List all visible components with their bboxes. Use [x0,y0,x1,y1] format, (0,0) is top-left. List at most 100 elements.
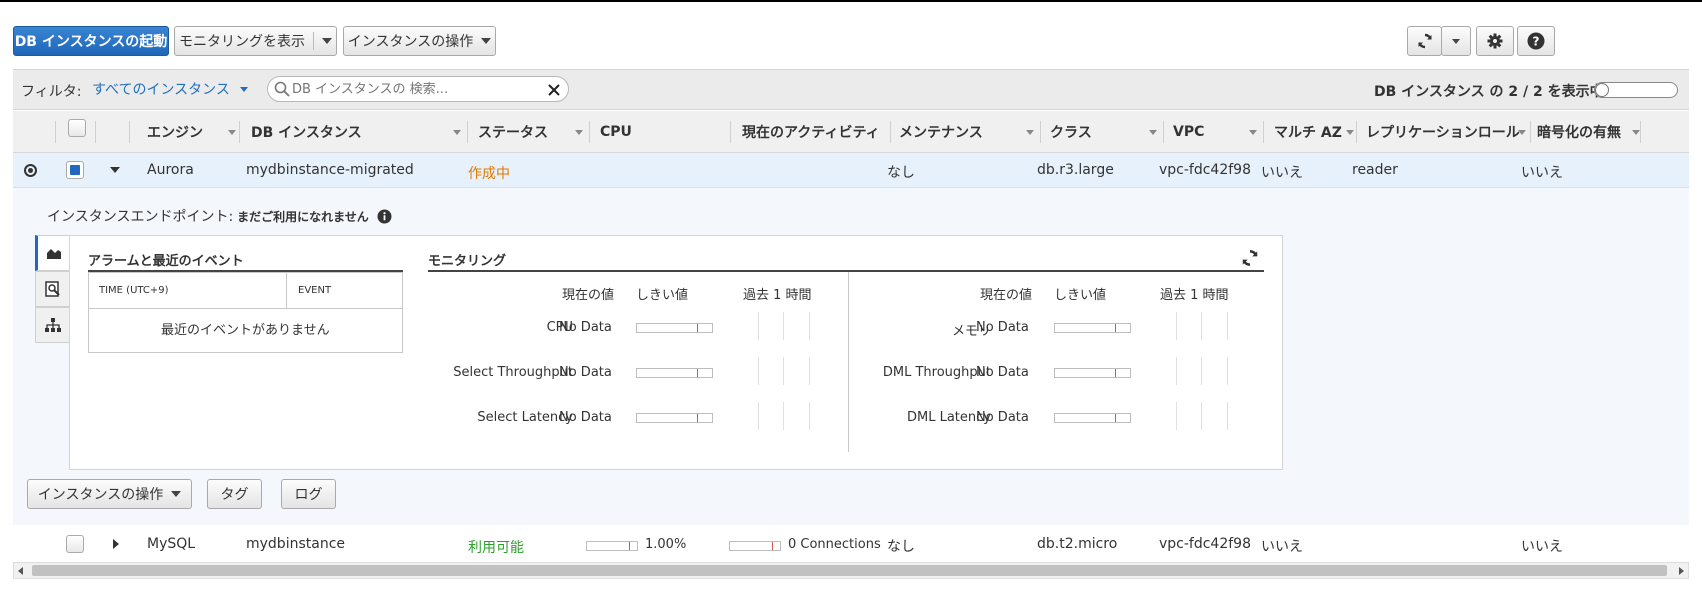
row-instance[interactable]: mydbinstance [246,536,345,552]
expand-row-icon[interactable] [113,539,119,549]
row-checkbox[interactable] [66,535,84,553]
sparkline-gridline [1176,402,1177,430]
row-vpc[interactable]: vpc-fdc42f98 [1159,536,1251,552]
column-class[interactable]: クラス [1050,111,1163,153]
instance-actions-button[interactable]: インスタンスの操作 [343,26,496,56]
tab-topology[interactable] [35,307,70,343]
scroll-right-icon[interactable] [1679,567,1684,575]
current-value-header: 現在の値 [562,288,615,303]
endpoint-line: インスタンスエンドポイント: まだご利用になれません [47,206,392,226]
scroll-left-icon[interactable] [18,567,23,575]
column-multi-az[interactable]: マルチ AZ [1274,111,1356,153]
column-label: クラス [1050,125,1092,141]
monitoring-underline [428,270,1264,272]
select-all-checkbox[interactable] [68,119,86,137]
clear-search-icon[interactable] [547,83,561,97]
sparkline-gridline [1227,357,1228,385]
row-encrypted: いいえ [1521,165,1563,181]
sort-icon [1149,129,1157,135]
column-status[interactable]: ステータス [478,111,589,153]
table-row[interactable]: MySQL mydbinstance 利用可能 1.00% 0 Connecti… [13,525,1689,563]
tab-logs[interactable] [35,271,70,307]
events-table-header: TIME (UTC+9) EVENT [89,273,402,309]
monitoring-title: モニタリング [428,254,507,269]
sparkline-gridline [809,402,810,430]
logs-label: ログ [294,487,323,503]
row-maintenance: なし [887,539,915,555]
filter-dropdown[interactable]: すべてのインスタンス [92,79,248,99]
refresh-icon[interactable] [1240,248,1260,268]
column-divider [890,121,891,143]
threshold-header: しきい値 [636,288,689,303]
tab-monitoring[interactable] [35,235,70,271]
column-maintenance[interactable]: メンテナンス [899,111,1040,153]
document-search-icon [44,281,60,297]
column-divider [589,121,590,143]
sort-icon [1249,129,1257,135]
connections-bar [729,541,781,551]
sparkline-gridline [1176,312,1177,340]
column-label: 現在のアクティビティ [742,125,880,141]
column-divider [1530,121,1531,143]
sparkline-gridline [1201,402,1202,430]
column-activity[interactable]: 現在のアクティビティ [742,111,890,153]
window-top-border [0,0,1702,2]
show-monitoring-button[interactable]: モニタリングを表示 [174,26,337,56]
help-button[interactable]: ? [1517,26,1555,56]
threshold-bar [636,368,713,378]
column-engine[interactable]: エンジン [147,111,242,153]
scrollbar-thumb[interactable] [32,565,1667,576]
threshold-bar [636,323,713,333]
threshold-bar [636,413,713,423]
chevron-down-icon [481,38,492,44]
detail-instance-actions-button[interactable]: インスタンスの操作 [27,479,192,509]
row-radio[interactable] [24,164,37,177]
metric-value: No Data [976,410,1029,425]
column-replication-role[interactable]: レプリケーションロール [1366,111,1530,153]
settings-button[interactable] [1476,26,1514,56]
horizontal-scrollbar[interactable] [13,562,1689,579]
collapse-row-icon[interactable] [110,167,120,173]
launch-db-instance-button[interactable]: DB インスタンスの起動 [13,26,169,56]
row-instance[interactable]: mydbinstance-migrated [246,162,414,178]
tags-button[interactable]: タグ [207,479,262,509]
sparkline-gridline [783,357,784,385]
sort-icon [1518,129,1526,135]
column-encrypted[interactable]: 暗号化の有無 [1537,111,1640,153]
refresh-options-button[interactable] [1441,26,1471,56]
sparkline-gridline [758,312,759,340]
time-header: TIME (UTC+9) [99,285,169,296]
area-chart-icon [47,249,61,259]
instance-count-text: DB インスタンス の 2 / 2 を表示中 [1374,84,1604,100]
sparkline-gridline [1201,312,1202,340]
refresh-button[interactable] [1407,26,1442,56]
column-db-instance[interactable]: DB インスタンス [251,111,467,153]
info-icon[interactable] [377,209,392,224]
sort-icon [575,129,583,135]
column-divider [1040,121,1041,143]
column-cpu[interactable]: CPU [600,111,730,153]
row-vpc[interactable]: vpc-fdc42f98 [1159,162,1251,178]
column-divider [1356,121,1357,143]
table-row[interactable]: Aurora mydbinstance-migrated 作成中 なし db.r… [13,153,1689,188]
sort-icon [228,129,236,135]
sparkline-gridline [1176,357,1177,385]
column-label: マルチ AZ [1274,125,1342,141]
view-toggle-slider[interactable] [1594,82,1678,98]
column-divider [239,121,240,143]
column-vpc[interactable]: VPC [1173,111,1263,153]
row-engine: MySQL [147,536,196,552]
filter-label: フィルタ: [21,84,82,100]
row-cpu: 1.00% [645,537,687,552]
logs-button[interactable]: ログ [281,479,336,509]
chevron-down-icon [1452,38,1460,44]
alarms-title: アラームと最近のイベント [88,254,244,269]
threshold-header: しきい値 [1054,288,1107,303]
threshold-bar [1054,413,1131,423]
search-input[interactable] [292,79,532,99]
column-divider [730,121,731,143]
row-checkbox[interactable] [66,161,84,179]
endpoint-value: まだご利用になれません [237,209,369,224]
search-icon [274,81,290,97]
row-multi-az: いいえ [1261,165,1303,181]
